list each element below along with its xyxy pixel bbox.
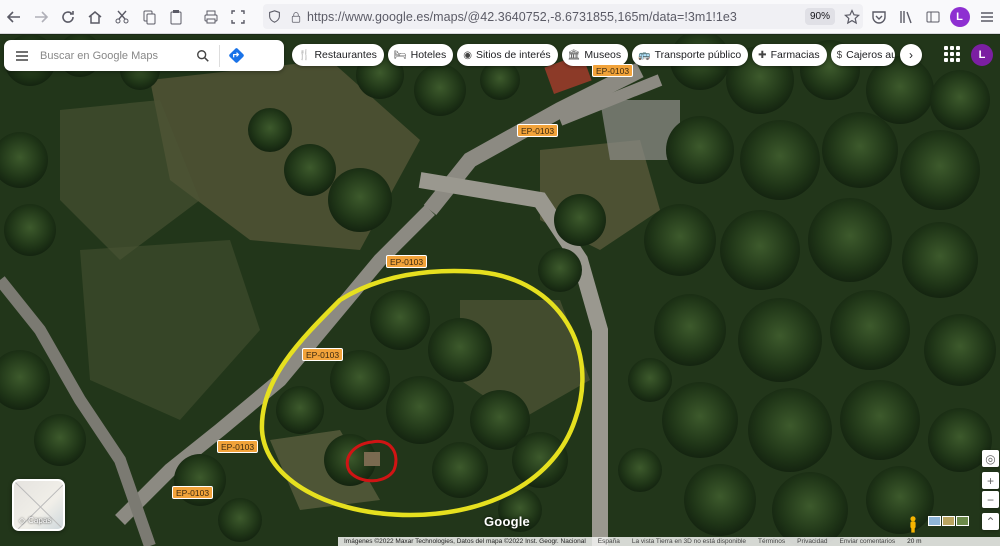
google-logo: Google	[484, 514, 530, 529]
map-footer: Imágenes ©2022 Maxar Technologies, Datos…	[338, 537, 1000, 546]
thumbnail[interactable]	[942, 516, 955, 526]
map-canvas[interactable]	[0, 35, 1000, 546]
pegman-icon[interactable]	[906, 514, 920, 534]
menu-icon[interactable]	[973, 3, 1000, 31]
forward-arrow-icon[interactable]	[27, 3, 54, 31]
feedback-link[interactable]: Enviar comentarios	[833, 538, 901, 545]
lock-icon[interactable]	[285, 11, 307, 23]
chip-label: Farmacias	[770, 49, 820, 61]
road-label[interactable]: EP-0103	[302, 348, 344, 361]
minus-icon: −	[986, 492, 994, 507]
back-arrow-icon[interactable]	[0, 3, 27, 31]
chip-restaurantes[interactable]: 🍴 Restaurantes	[292, 44, 384, 66]
imagery-attribution: Imágenes ©2022 Maxar Technologies, Datos…	[344, 538, 586, 545]
address-bar[interactable]: https://www.google.es/maps/@42.3640752,-…	[263, 4, 863, 29]
road-label[interactable]: EP-0103	[217, 440, 259, 453]
location-button[interactable]: ◎	[982, 450, 999, 467]
profile-avatar[interactable]: L	[946, 3, 973, 31]
print-icon[interactable]	[197, 3, 224, 31]
thumbnail[interactable]	[956, 516, 969, 526]
library-icon[interactable]	[892, 3, 919, 31]
google-apps-icon[interactable]	[944, 46, 960, 62]
pharmacy-icon: ✚	[758, 49, 767, 61]
road-label[interactable]: EP-0103	[592, 64, 634, 77]
search-input[interactable]	[40, 49, 190, 62]
my-location-icon: ◎	[985, 451, 996, 466]
search-box	[4, 40, 284, 71]
category-chips: 🍴 Restaurantes 🛏 Hoteles ◉ Sitios de interé…	[292, 44, 895, 66]
plus-icon: +	[986, 473, 994, 488]
expand-icon: ⌃	[985, 514, 996, 529]
cut-icon[interactable]	[108, 3, 135, 31]
terms-link[interactable]: Términos	[752, 538, 791, 545]
thumbnail[interactable]	[928, 516, 941, 526]
star-icon[interactable]	[841, 3, 863, 31]
road-label[interactable]: EP-0103	[517, 124, 559, 137]
layers-button[interactable]: ◇ Capas	[12, 479, 65, 531]
chip-museos[interactable]: 🏛 Museos	[561, 44, 629, 66]
zoom-level[interactable]: 90%	[804, 8, 835, 25]
chip-hoteles[interactable]: 🛏 Hoteles	[387, 44, 454, 66]
reload-icon[interactable]	[54, 3, 81, 31]
scale-label[interactable]: 20 m	[901, 538, 927, 545]
chip-label: Cajeros au	[846, 49, 895, 61]
chip-transporte[interactable]: 🚌 Transporte público	[632, 44, 749, 66]
zoom-out-button[interactable]: −	[982, 491, 999, 508]
sidebar-icon[interactable]	[919, 3, 946, 31]
copy-icon[interactable]	[135, 3, 162, 31]
layers-label: Capas	[28, 516, 52, 525]
url-text[interactable]: https://www.google.es/maps/@42.3640752,-…	[307, 10, 805, 24]
pocket-icon[interactable]	[865, 3, 892, 31]
shield-icon[interactable]	[263, 10, 285, 23]
directions-icon[interactable]	[223, 40, 249, 71]
chip-label: Restaurantes	[314, 49, 377, 61]
imagery-thumbnails[interactable]	[928, 516, 969, 526]
chip-label: Transporte público	[654, 49, 742, 61]
chip-sitios[interactable]: ◉ Sitios de interés	[457, 44, 558, 66]
paste-icon[interactable]	[162, 3, 189, 31]
screenshot-icon[interactable]	[224, 3, 251, 31]
hotel-icon: 🛏	[393, 49, 407, 61]
layers-icon: ◇	[19, 516, 26, 525]
satellite-imagery	[0, 35, 1000, 546]
bus-icon: 🚌	[638, 49, 651, 61]
chevron-right-icon: ›	[909, 48, 913, 62]
hamburger-menu-icon[interactable]	[4, 40, 40, 71]
layers-label-wrap: ◇ Capas	[19, 516, 51, 525]
chip-farmacias[interactable]: ✚ Farmacias	[752, 44, 827, 66]
zoom-in-button[interactable]: +	[982, 472, 999, 489]
chip-label: Museos	[584, 49, 622, 61]
chips-next-button[interactable]: ›	[900, 44, 922, 66]
restaurant-icon: 🍴	[298, 49, 311, 61]
expand-button[interactable]: ⌃	[982, 513, 999, 530]
chip-label: Hoteles	[410, 49, 447, 61]
3d-notice: La vista Tierra en 3D no está disponible	[631, 538, 747, 545]
privacy-link[interactable]: Privacidad	[791, 538, 833, 545]
divider	[219, 44, 220, 67]
museum-icon: 🏛	[567, 49, 581, 61]
account-avatar[interactable]: L	[971, 44, 993, 66]
avatar[interactable]: L	[949, 7, 970, 27]
country-link[interactable]: España	[592, 538, 626, 545]
chip-label: Sitios de interés	[475, 49, 551, 61]
atm-icon: $	[836, 49, 843, 61]
camera-icon: ◉	[463, 49, 472, 61]
road-label[interactable]: EP-0103	[386, 255, 428, 268]
home-icon[interactable]	[81, 3, 108, 31]
search-icon[interactable]	[190, 40, 216, 71]
chip-cajeros[interactable]: $ Cajeros au	[830, 44, 895, 66]
road-label[interactable]: EP-0103	[172, 486, 214, 499]
browser-toolbar: https://www.google.es/maps/@42.3640752,-…	[0, 0, 1000, 34]
